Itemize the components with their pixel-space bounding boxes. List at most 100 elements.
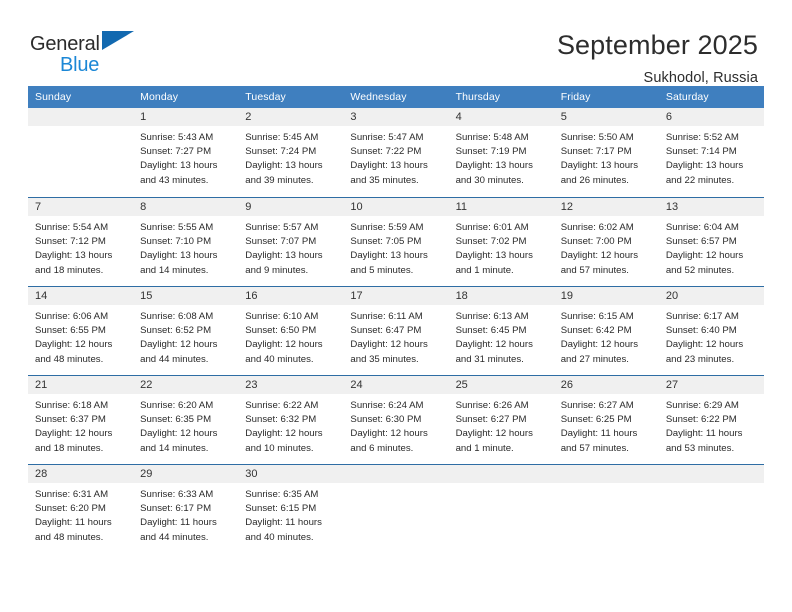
sunset-text: Sunset: 7:02 PM (455, 236, 527, 248)
day-details: Sunrise: 6:02 AM Sunset: 7:00 PM Dayligh… (554, 216, 659, 278)
title-block: September 2025 Sukhodol, Russia (557, 30, 758, 86)
daylight-text-line2: and 57 minutes. (560, 264, 629, 276)
daylight-text-line2: and 14 minutes. (140, 442, 209, 454)
sunset-text: Sunset: 6:37 PM (35, 414, 106, 426)
daylight-text-line1: Daylight: 13 hours (140, 160, 218, 172)
day-number: 30 (245, 467, 258, 480)
day-cell (448, 465, 554, 548)
day-number-band: 21 (28, 376, 134, 394)
day-details: Sunrise: 5:47 AM Sunset: 7:22 PM Dayligh… (343, 126, 448, 188)
generalblue-logo: General Blue (30, 30, 150, 75)
logo-triangle-icon (102, 31, 134, 50)
daylight-text-line2: and 27 minutes. (560, 353, 629, 365)
day-details: Sunrise: 5:57 AM Sunset: 7:07 PM Dayligh… (238, 216, 343, 278)
day-number-band: 4 (448, 108, 554, 126)
day-details: Sunrise: 6:13 AM Sunset: 6:45 PM Dayligh… (449, 305, 554, 367)
sunrise-text: Sunrise: 6:33 AM (140, 489, 214, 500)
location-subtitle: Sukhodol, Russia (643, 70, 758, 87)
sunrise-text: Sunrise: 6:15 AM (560, 311, 634, 322)
day-number: 1 (140, 110, 147, 123)
day-number: 25 (455, 378, 468, 391)
day-number-band: 3 (343, 108, 449, 126)
sunset-text: Sunset: 6:42 PM (560, 325, 632, 337)
day-cell: 12 Sunrise: 6:02 AM Sunset: 7:00 PM Dayl… (553, 198, 659, 286)
day-number: 23 (245, 378, 258, 391)
day-number: 13 (665, 200, 679, 213)
sunset-text: Sunset: 6:32 PM (245, 414, 317, 426)
day-cell: 24 Sunrise: 6:24 AM Sunset: 6:30 PM Dayl… (343, 376, 449, 464)
day-number: 19 (560, 289, 573, 302)
day-cell: 15 Sunrise: 6:08 AM Sunset: 6:52 PM Dayl… (133, 287, 239, 375)
day-details: Sunrise: 6:17 AM Sunset: 6:40 PM Dayligh… (659, 305, 764, 367)
daylight-text-line2: and 1 minute. (455, 264, 514, 276)
weekday-header-monday: Monday (140, 91, 179, 103)
day-details: Sunrise: 6:26 AM Sunset: 6:27 PM Dayligh… (449, 394, 554, 456)
sunrise-text: Sunrise: 6:13 AM (455, 311, 529, 322)
day-number: 5 (560, 110, 567, 123)
day-cell: 20 Sunrise: 6:17 AM Sunset: 6:40 PM Dayl… (658, 287, 764, 375)
sunset-text: Sunset: 7:17 PM (560, 146, 632, 158)
day-number: 17 (350, 289, 363, 302)
sunrise-text: Sunrise: 6:18 AM (35, 400, 109, 411)
day-cell: 14 Sunrise: 6:06 AM Sunset: 6:55 PM Dayl… (28, 287, 134, 375)
daylight-text-line1: Daylight: 12 hours (665, 250, 744, 262)
day-cell: 19 Sunrise: 6:15 AM Sunset: 6:42 PM Dayl… (553, 287, 659, 375)
day-details: Sunrise: 6:35 AM Sunset: 6:15 PM Dayligh… (238, 483, 343, 545)
day-details: Sunrise: 6:01 AM Sunset: 7:02 PM Dayligh… (449, 216, 554, 278)
daylight-text-line2: and 6 minutes. (350, 442, 414, 454)
day-number: 4 (455, 110, 462, 123)
day-cell: 6 Sunrise: 5:52 AM Sunset: 7:14 PM Dayli… (658, 108, 764, 197)
day-number: 29 (140, 467, 153, 480)
sunset-text: Sunset: 7:07 PM (245, 236, 317, 248)
sunrise-text: Sunrise: 6:08 AM (140, 311, 214, 322)
sunrise-text: Sunrise: 6:11 AM (350, 311, 423, 322)
day-cell: 7 Sunrise: 5:54 AM Sunset: 7:12 PM Dayli… (28, 198, 134, 286)
day-details: Sunrise: 6:24 AM Sunset: 6:30 PM Dayligh… (343, 394, 448, 456)
sunset-text: Sunset: 7:27 PM (140, 146, 212, 158)
day-number: 11 (455, 200, 467, 213)
day-number: 18 (455, 289, 468, 302)
sunrise-text: Sunrise: 6:24 AM (350, 400, 424, 411)
week-row: 1 Sunrise: 5:43 AM Sunset: 7:27 PM Dayli… (28, 108, 764, 197)
day-cell: 3 Sunrise: 5:47 AM Sunset: 7:22 PM Dayli… (343, 108, 449, 197)
day-number: 15 (140, 289, 153, 302)
day-number-band: 23 (238, 376, 344, 394)
day-number: 10 (350, 200, 363, 213)
daylight-text-line1: Daylight: 11 hours (140, 517, 217, 529)
sunrise-text: Sunrise: 6:04 AM (665, 222, 739, 233)
sunrise-text: Sunrise: 6:20 AM (140, 400, 214, 411)
day-details: Sunrise: 6:04 AM Sunset: 6:57 PM Dayligh… (659, 216, 764, 278)
day-number: 26 (560, 378, 573, 391)
daylight-text-line1: Daylight: 12 hours (665, 339, 744, 351)
day-number-band: 24 (343, 376, 449, 394)
daylight-text-line1: Daylight: 13 hours (665, 160, 744, 172)
day-number-band (28, 108, 134, 126)
day-details: Sunrise: 5:43 AM Sunset: 7:27 PM Dayligh… (133, 126, 238, 188)
day-details: Sunrise: 5:48 AM Sunset: 7:19 PM Dayligh… (449, 126, 554, 188)
sunset-text: Sunset: 7:24 PM (245, 146, 317, 158)
day-number: 12 (560, 200, 573, 213)
daylight-text-line1: Daylight: 12 hours (245, 339, 323, 351)
day-cell: 2 Sunrise: 5:45 AM Sunset: 7:24 PM Dayli… (238, 108, 344, 197)
day-number-band: 13 (658, 198, 764, 216)
daylight-text-line1: Daylight: 13 hours (350, 250, 428, 262)
day-cell: 27 Sunrise: 6:29 AM Sunset: 6:22 PM Dayl… (658, 376, 764, 464)
daylight-text-line2: and 52 minutes. (665, 264, 735, 276)
daylight-text-line1: Daylight: 11 hours (35, 517, 112, 529)
day-details: Sunrise: 6:33 AM Sunset: 6:17 PM Dayligh… (133, 483, 238, 545)
calendar-page: General Blue September 2025 Sukhodol, Ru… (0, 0, 792, 612)
sunrise-text: Sunrise: 5:50 AM (560, 132, 634, 143)
sunset-text: Sunset: 6:20 PM (35, 503, 106, 515)
daylight-text-line1: Daylight: 13 hours (350, 160, 428, 172)
day-number-band: 18 (448, 287, 554, 305)
weekday-header-wednesday: Wednesday (350, 91, 407, 103)
sunset-text: Sunset: 7:19 PM (455, 146, 527, 158)
day-number-band: 11 (448, 198, 554, 216)
daylight-text-line1: Daylight: 12 hours (350, 339, 428, 351)
daylight-text-line1: Daylight: 12 hours (560, 250, 639, 262)
day-cell: 1 Sunrise: 5:43 AM Sunset: 7:27 PM Dayli… (133, 108, 239, 197)
sunrise-text: Sunrise: 5:43 AM (140, 132, 214, 143)
day-number-band: 28 (28, 465, 134, 483)
daylight-text-line1: Daylight: 13 hours (35, 250, 113, 262)
sunset-text: Sunset: 7:14 PM (665, 146, 737, 158)
